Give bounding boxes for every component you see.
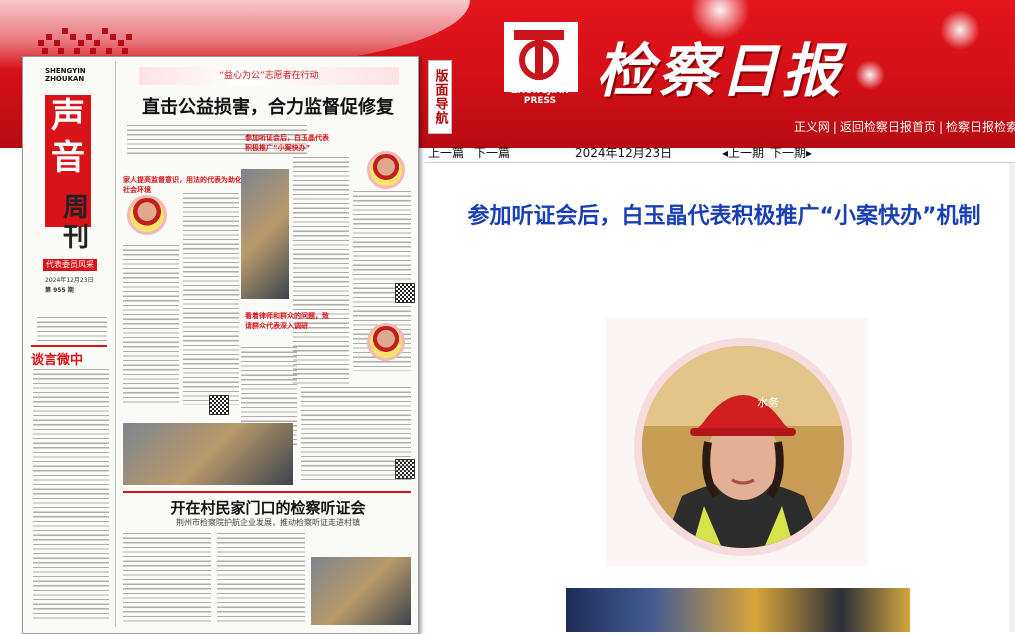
issue-date: 2024年12月23日 bbox=[45, 277, 94, 284]
banner-glow-decoration bbox=[855, 60, 885, 90]
portrait-photo-3 bbox=[367, 323, 405, 361]
text-block bbox=[37, 317, 107, 341]
newspaper-page[interactable]: SHENGYIN ZHOUKAN 声音 周刊 代表委员风采 2024年12月23… bbox=[22, 56, 419, 634]
top-links: 正义网 | 返回检察日报首页 | 检察日报检索 bbox=[794, 118, 1015, 135]
next-issue-label: 下一期 bbox=[770, 146, 807, 160]
portrait-photo-1 bbox=[127, 195, 167, 235]
link-separator: | bbox=[938, 120, 943, 134]
qr-code-icon bbox=[395, 283, 415, 303]
bottom-headline: 开在村民家门口的检察听证会 bbox=[170, 499, 366, 517]
sub-headline-2: 参加听证会后，白玉晶代表积极推广“小案快办” bbox=[245, 134, 329, 152]
newspaper-page-image: SHENGYIN ZHOUKAN 声音 周刊 代表委员风采 2024年12月23… bbox=[23, 57, 418, 633]
supplement-masthead: SHENGYIN ZHOUKAN 声音 周刊 代表委员风采 2024年12月23… bbox=[31, 63, 109, 311]
text-block bbox=[217, 533, 305, 625]
news-photo bbox=[241, 169, 289, 299]
portrait-photo-2 bbox=[367, 151, 405, 189]
helmet-text: 水务 bbox=[757, 396, 779, 409]
scrollbar[interactable] bbox=[1009, 163, 1015, 632]
link-separator: | bbox=[832, 120, 837, 134]
divider bbox=[31, 345, 107, 347]
portrait-photo: 水务 bbox=[634, 338, 852, 556]
text-block bbox=[123, 245, 179, 405]
article-toolbar: 上一篇 下一篇 2024年12月23日 ◂上一期 下一期▸ bbox=[425, 141, 1015, 161]
press-name: ZHONGJIAN PRESS bbox=[511, 86, 569, 106]
text-block bbox=[123, 533, 211, 625]
page-nav-label[interactable]: 版面导航 bbox=[428, 60, 452, 134]
toolbar-divider bbox=[425, 162, 1015, 163]
sub-headline-3: 看着律师和群众的问题，致请群众代表深入调研 bbox=[245, 312, 329, 330]
qr-code-icon bbox=[209, 395, 229, 415]
press-logo[interactable]: ZHONGJIAN PRESS bbox=[504, 22, 578, 106]
pixel-logo-decoration bbox=[38, 28, 138, 58]
sub-headline-1: 家人提高监督意识，用法的代表为助化社会环境 bbox=[123, 176, 242, 194]
press-logo-mark-icon bbox=[504, 22, 578, 92]
prev-issue-label: 上一期 bbox=[728, 146, 765, 160]
issue-number: 第 955 期 bbox=[45, 287, 74, 294]
article-photo: 水务 bbox=[606, 318, 868, 566]
column-divider bbox=[115, 61, 116, 627]
bottom-subheadline: 荆州市检察院护航企业发展，推动检察听证走进村镇 bbox=[176, 518, 360, 527]
prev-issue-link[interactable]: ◂上一期 bbox=[722, 144, 764, 161]
issue-date-label: 2024年12月23日 bbox=[575, 146, 673, 160]
news-photo-meeting bbox=[311, 557, 411, 625]
article-title: 参加听证会后，白玉晶代表积极推广“小案快办”机制 bbox=[467, 204, 981, 229]
supplement-en-name: SHENGYIN ZHOUKAN bbox=[45, 67, 86, 83]
link-home[interactable]: 返回检察日报首页 bbox=[840, 120, 936, 134]
text-block bbox=[183, 193, 239, 405]
divider bbox=[123, 491, 411, 493]
page-headline: 直击公益损害，合力监督促修复 bbox=[142, 97, 394, 118]
banner-glow-decoration bbox=[940, 10, 980, 50]
article-photo-2 bbox=[566, 588, 910, 632]
text-block bbox=[293, 157, 349, 387]
side-column-title: 谈言微中 bbox=[31, 353, 84, 368]
next-issue-link[interactable]: 下一期▸ bbox=[770, 144, 812, 161]
prev-article-link[interactable]: 上一篇 bbox=[428, 144, 464, 161]
kicker-banner: “益心为公”志愿者在行动 bbox=[139, 67, 399, 85]
next-article-link[interactable]: 下一篇 bbox=[474, 144, 510, 161]
text-block bbox=[33, 369, 109, 619]
link-search[interactable]: 检察日报检索 bbox=[946, 120, 1015, 134]
link-zhengyi[interactable]: 正义网 bbox=[794, 120, 830, 134]
news-photo-wide bbox=[123, 423, 293, 485]
supplement-tag: 代表委员风采 bbox=[43, 259, 97, 271]
text-block bbox=[301, 387, 411, 483]
masthead-title: 检察日报 bbox=[596, 37, 845, 105]
supplement-week: 周刊 bbox=[63, 193, 90, 253]
